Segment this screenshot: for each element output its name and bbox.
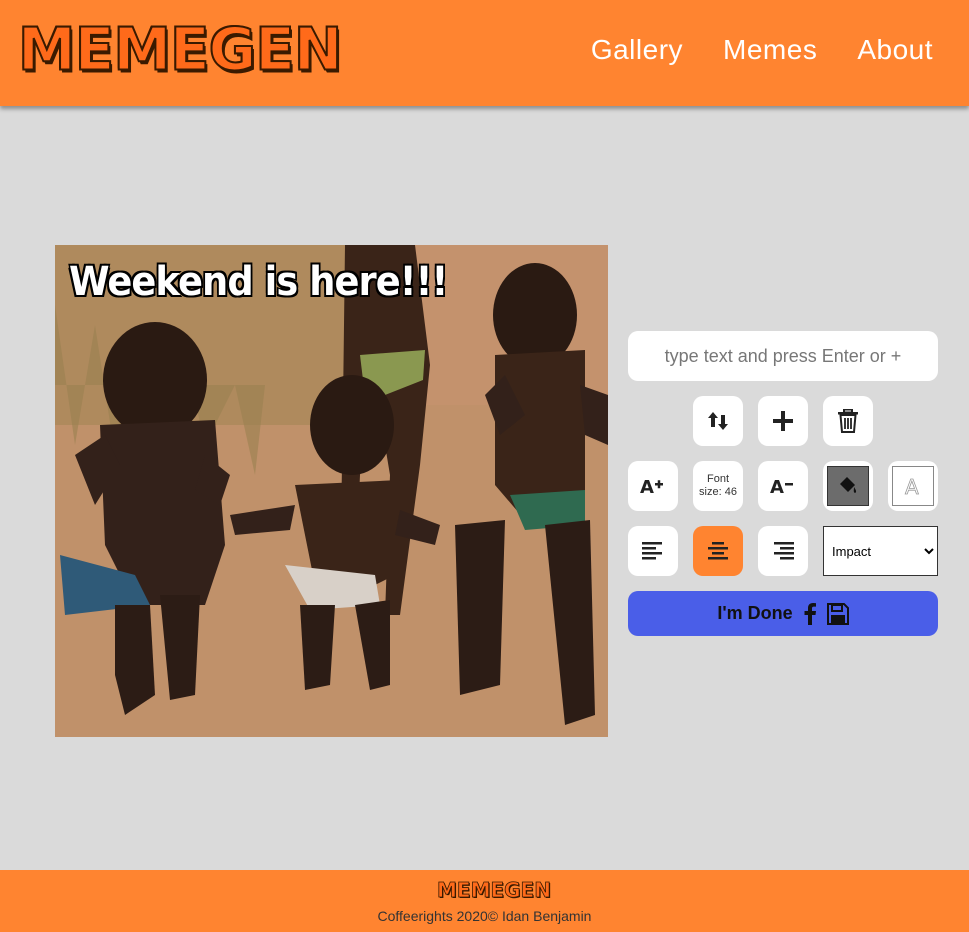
- font-family-select[interactable]: Impact: [823, 526, 938, 576]
- trash-icon: [838, 409, 858, 433]
- stroke-color-swatch: A: [892, 466, 934, 506]
- svg-text:A: A: [905, 475, 919, 497]
- footer: MEMEGEN Coffeerights 2020© Idan Benjamin: [0, 870, 969, 932]
- stroke-color-button[interactable]: A: [888, 461, 938, 511]
- decrease-font-button[interactable]: A: [758, 461, 808, 511]
- delete-line-button[interactable]: [823, 396, 873, 446]
- meme-canvas[interactable]: Weekend is here!!!: [55, 245, 608, 737]
- svg-text:A: A: [640, 477, 654, 497]
- save-icon[interactable]: [826, 602, 849, 625]
- switch-line-button[interactable]: [693, 396, 743, 446]
- meme-text-line[interactable]: Weekend is here!!!: [69, 259, 448, 305]
- nav-gallery[interactable]: Gallery: [591, 34, 683, 66]
- main-nav: Gallery Memes About: [591, 34, 933, 66]
- align-left-icon: [642, 542, 662, 560]
- font-size-display: Font size: 46: [693, 461, 743, 511]
- svg-text:A: A: [770, 477, 784, 497]
- facebook-icon[interactable]: [803, 602, 817, 625]
- paint-bucket-icon: [840, 477, 857, 493]
- logo[interactable]: MEMEGEN: [17, 14, 343, 83]
- font-size-label: Font size: 46: [699, 473, 737, 498]
- footer-copyright: Coffeerights 2020© Idan Benjamin: [377, 908, 592, 924]
- fill-color-swatch: [827, 466, 869, 506]
- header: MEMEGEN Gallery Memes About: [0, 0, 969, 106]
- nav-memes[interactable]: Memes: [723, 34, 817, 66]
- done-button[interactable]: I'm Done: [628, 591, 938, 636]
- swap-vertical-icon: [708, 412, 728, 430]
- fill-color-button[interactable]: [823, 461, 873, 511]
- align-right-icon: [774, 542, 794, 560]
- nav-about[interactable]: About: [857, 34, 933, 66]
- text-outline-icon: A: [905, 475, 920, 497]
- increase-font-icon: A: [640, 477, 663, 497]
- align-center-button[interactable]: [693, 526, 743, 576]
- footer-logo: MEMEGEN: [437, 878, 552, 903]
- add-line-button[interactable]: [758, 396, 808, 446]
- meme-text-input[interactable]: [628, 331, 938, 381]
- increase-font-button[interactable]: A: [628, 461, 678, 511]
- decrease-font-icon: A: [770, 477, 793, 497]
- align-right-button[interactable]: [758, 526, 808, 576]
- meme-image: [55, 245, 608, 737]
- align-center-icon: [708, 542, 728, 560]
- plus-icon: [773, 411, 793, 431]
- done-label: I'm Done: [717, 603, 793, 623]
- align-left-button[interactable]: [628, 526, 678, 576]
